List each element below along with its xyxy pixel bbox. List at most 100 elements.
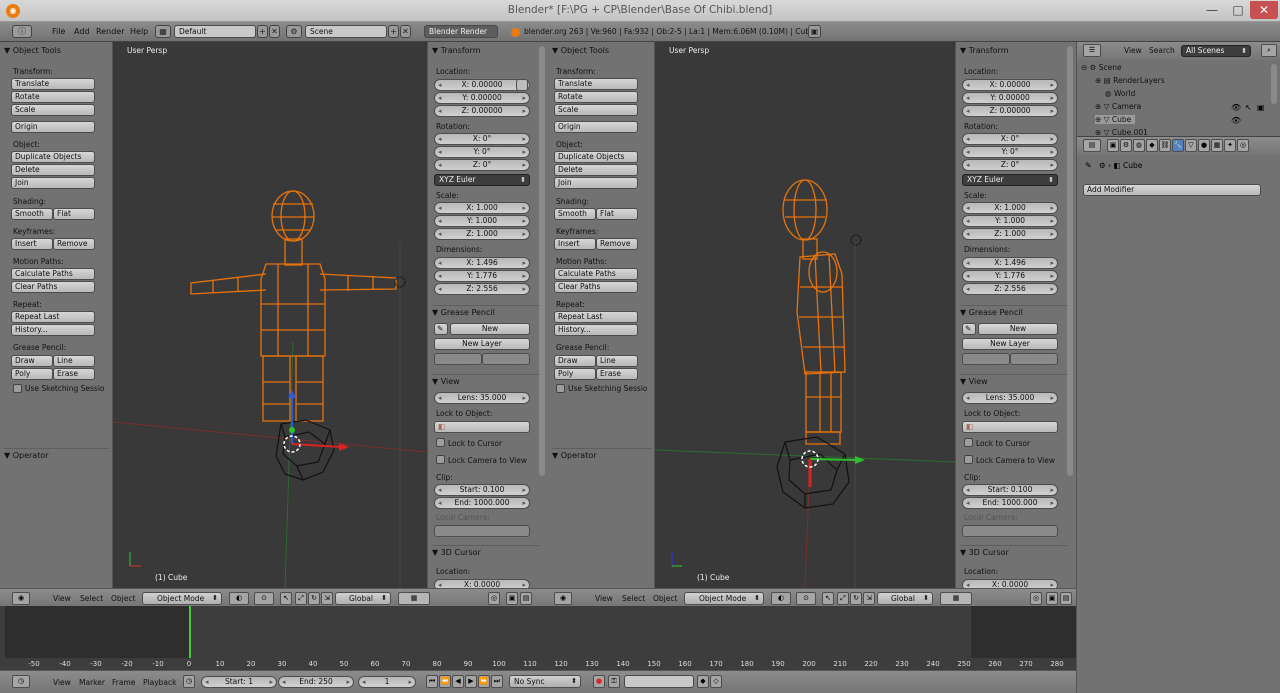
sketching-session-checkbox-2[interactable] [556,384,565,393]
select-menu[interactable]: Select [80,592,103,605]
manipulator-icon-2[interactable]: ↖ [822,592,834,605]
outliner-editor-icon[interactable]: ☰ [1083,44,1101,57]
select-arrow-icon[interactable]: ↖ [1245,103,1252,112]
new-layer-button-2[interactable]: New Layer [962,338,1058,350]
sync-mode-select[interactable]: No Sync [509,675,581,688]
editor-type-icon[interactable]: ⓘ [12,25,32,38]
layers-icon-2[interactable]: ▦ [940,592,972,605]
play-icon[interactable]: ▶ [465,675,477,688]
editor-type-3d-icon[interactable]: ◉ [12,592,30,605]
lock-camera-checkbox-2[interactable] [964,455,973,464]
record-icon[interactable]: ● [593,675,605,688]
poly-button-2[interactable]: Poly [554,368,596,380]
lens-field-2[interactable]: Lens: 35.000 [962,392,1058,404]
prev-keyframe-icon[interactable]: ⏪ [439,675,451,688]
next-keyframe-icon[interactable]: ⏩ [478,675,490,688]
location-z-field-2[interactable]: Z: 0.00000 [962,105,1058,117]
preview-range-icon[interactable]: ◷ [183,675,195,688]
repeat-last-button-2[interactable]: Repeat Last [554,311,638,323]
select-menu-2[interactable]: Select [622,592,645,605]
delete-keyframe-icon[interactable]: ◇ [710,675,722,688]
viewport-shading-icon-2[interactable]: ◐ [771,592,791,605]
orientation-select[interactable]: Global [335,592,391,605]
rotation-x-field-2[interactable]: X: 0° [962,133,1058,145]
opengl-render-icon[interactable]: ▤ [520,592,532,605]
scale-y-field-2[interactable]: Y: 1.000 [962,215,1058,227]
orientation-select-2[interactable]: Global [877,592,933,605]
keying-set-icon[interactable]: ⚿ [608,675,620,688]
render-preview-icon-2[interactable]: ▣ [1046,592,1058,605]
convert-button[interactable]: Convert [482,353,530,365]
scale-z-field-2[interactable]: Z: 1.000 [962,228,1058,240]
properties-scrollbar[interactable] [539,46,545,476]
outliner-item-cube[interactable]: ⊕ ▽ Cube [1095,115,1136,124]
remove-keyframe-button[interactable]: Remove [53,238,95,250]
jump-end-icon[interactable]: ⏭ [491,675,503,688]
outliner-scrollbar[interactable] [1271,64,1277,104]
join-button-2[interactable]: Join [554,177,638,189]
timeline-marker-menu[interactable]: Marker [79,676,105,689]
rotation-x-field[interactable]: X: 0° [434,133,530,145]
history-button-2[interactable]: History... [554,324,638,336]
menu-help[interactable]: Help [130,27,148,36]
particles-tab-icon[interactable]: ✦ [1224,139,1236,152]
editor-type-3d-icon-2[interactable]: ◉ [554,592,572,605]
menu-add[interactable]: Add [74,27,90,36]
end-frame-field[interactable]: End: 250 [278,676,354,688]
line-button-2[interactable]: Line [596,355,638,367]
local-camera-field[interactable]: Camera [434,525,530,537]
object-tools-title[interactable]: ▼ Object Tools [4,46,61,55]
location-y-field-2[interactable]: Y: 0.00000 [962,92,1058,104]
scene-field[interactable]: Scene [305,25,387,38]
operator-panel-title-2[interactable]: ▼ Operator [552,448,652,460]
view-menu-2[interactable]: View [595,592,613,605]
origin-button-2[interactable]: Origin [554,121,638,133]
smooth-button-2[interactable]: Smooth [554,208,596,220]
insert-keyframe-icon[interactable]: ◆ [697,675,709,688]
world-tab-icon[interactable]: ◍ [1133,139,1145,152]
calculate-paths-button[interactable]: Calculate Paths [11,268,95,280]
scale-button[interactable]: Scale [11,104,95,116]
rotation-y-field[interactable]: Y: 0° [434,146,530,158]
dimension-z-field[interactable]: Z: 2.556 [434,283,530,295]
view-panel-title[interactable]: ▼ View [432,374,540,386]
translate-button-2[interactable]: Translate [554,78,638,90]
outliner-item-cube001[interactable]: ⊕ ▽ Cube.001 [1095,128,1148,136]
translate-button[interactable]: Translate [11,78,95,90]
dimension-y-field-2[interactable]: Y: 1.776 [962,270,1058,282]
object-menu[interactable]: Object [111,592,135,605]
insert-keyframe-button-2[interactable]: Insert [554,238,596,250]
convert-button-2[interactable]: Convert [1010,353,1058,365]
grease-pencil-panel-title[interactable]: ▼ Grease Pencil [432,305,540,317]
3d-cursor-panel-title[interactable]: ▼ 3D Cursor [432,545,540,557]
lens-field[interactable]: Lens: 35.000 [434,392,530,404]
close-button[interactable]: ✕ [1250,1,1278,19]
pivot-icon-2[interactable]: ⊙ [796,592,816,605]
viewport-shading-icon[interactable]: ◐ [229,592,249,605]
location-x-field-2[interactable]: X: 0.00000 [962,79,1058,91]
clip-end-field[interactable]: End: 1000.000 [434,497,530,509]
rotate-manip-icon[interactable]: ↻ [308,592,320,605]
remove-screen-icon[interactable]: ✕ [269,25,280,38]
clip-start-field-2[interactable]: Start: 0.100 [962,484,1058,496]
add-scene-icon[interactable]: + [388,25,399,38]
layers-icon[interactable]: ▦ [398,592,430,605]
constraints-tab-icon[interactable]: ⛓ [1159,139,1171,152]
playhead[interactable] [189,606,192,658]
render-camera-icon[interactable]: ▣ [1257,103,1265,112]
modifiers-tab-icon[interactable]: 🔧 [1172,139,1184,152]
new-grease-pencil-button[interactable]: New [450,323,530,335]
data-tab-icon[interactable]: ▽ [1185,139,1197,152]
poly-button[interactable]: Poly [11,368,53,380]
delete-button-2[interactable]: Delete [554,164,638,176]
lock-cursor-checkbox[interactable] [436,438,445,447]
translate-manip-icon-2[interactable]: ⤢ [837,592,849,605]
transform-panel-title-2[interactable]: ▼ Transform [960,46,1009,55]
object-tab-icon[interactable]: ◆ [1146,139,1158,152]
dimension-x-field[interactable]: X: 1.496 [434,257,530,269]
add-modifier-select[interactable]: Add Modifier [1083,184,1261,196]
flat-button[interactable]: Flat [53,208,95,220]
calculate-paths-button-2[interactable]: Calculate Paths [554,268,638,280]
duplicate-objects-button[interactable]: Duplicate Objects [11,151,95,163]
remove-keyframe-button-2[interactable]: Remove [596,238,638,250]
